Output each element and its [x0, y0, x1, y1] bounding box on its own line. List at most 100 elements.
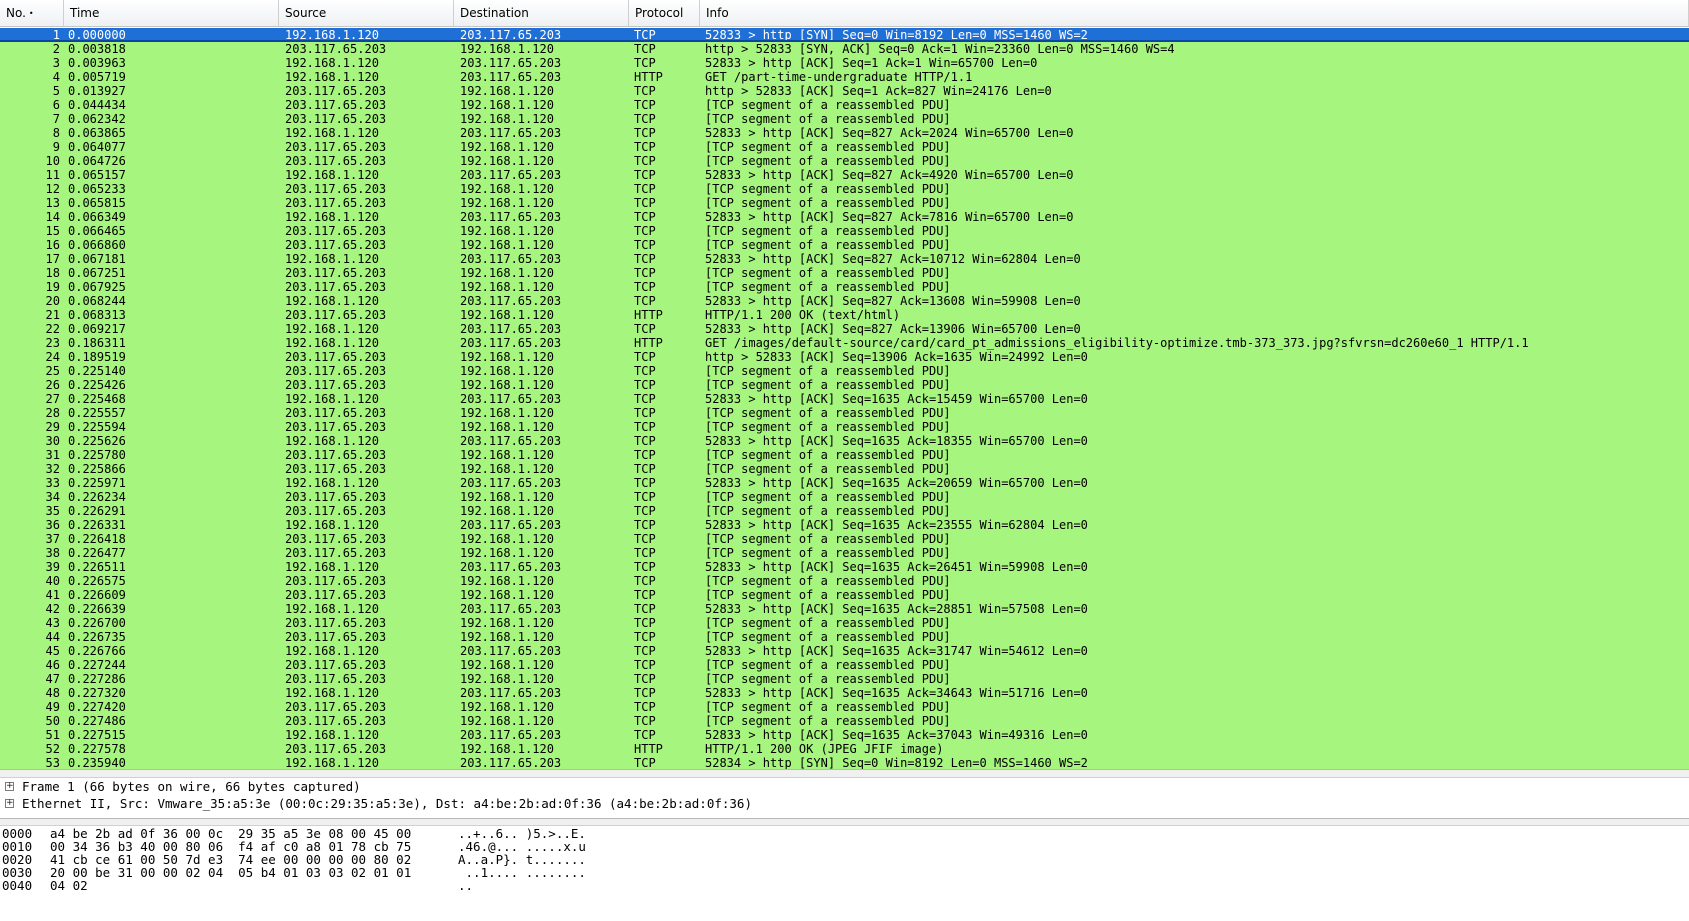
packet-row[interactable]: 10 0.064726 203.117.65.203 192.168.1.120 TCP…: [0, 154, 1689, 168]
column-header-time[interactable]: Time: [64, 0, 279, 26]
packet-details-pane[interactable]: + Frame 1 (66 bytes on wire, 66 bytes cap…: [0, 778, 1689, 818]
packet-row[interactable]: 16 0.066860 203.117.65.203 192.168.1.120 TCP…: [0, 238, 1689, 252]
packet-protocol: TCP: [634, 392, 656, 406]
packet-time: 0.005719: [68, 70, 126, 84]
packet-destination: 192.168.1.120: [460, 448, 554, 462]
packet-row[interactable]: 12 0.065233 203.117.65.203 192.168.1.120 TCP…: [0, 182, 1689, 196]
packet-source: 203.117.65.203: [285, 238, 387, 252]
packet-row[interactable]: 35 0.226291 203.117.65.203 192.168.1.120 TCP…: [0, 504, 1689, 518]
packet-protocol: TCP: [634, 462, 656, 476]
packet-row[interactable]: 14 0.066349 192.168.1.120 203.117.65.203 TCP…: [0, 210, 1689, 224]
packet-row[interactable]: 52 0.227578 203.117.65.203 192.168.1.120 HTT…: [0, 742, 1689, 756]
packet-source: 203.117.65.203: [285, 224, 387, 238]
packet-destination: 203.117.65.203: [460, 756, 562, 769]
packet-time: 0.013927: [68, 84, 126, 98]
packet-source: 192.168.1.120: [285, 210, 379, 224]
packet-row[interactable]: 20 0.068244 192.168.1.120 203.117.65.203 TCP…: [0, 294, 1689, 308]
packet-row[interactable]: 29 0.225594 203.117.65.203 192.168.1.120 TCP…: [0, 420, 1689, 434]
packet-row[interactable]: 28 0.225557 203.117.65.203 192.168.1.120 TCP…: [0, 406, 1689, 420]
packet-row[interactable]: 53 0.235940 192.168.1.120 203.117.65.203 TCP…: [0, 756, 1689, 769]
packet-row[interactable]: 6 0.044434 203.117.65.203 192.168.1.120 TCP […: [0, 98, 1689, 112]
packet-info: [TCP segment of a reassembled PDU]: [705, 490, 951, 504]
packet-row[interactable]: 36 0.226331 192.168.1.120 203.117.65.203 TCP…: [0, 518, 1689, 532]
packet-row[interactable]: 23 0.186311 192.168.1.120 203.117.65.203 HTT…: [0, 336, 1689, 350]
expand-plus-icon[interactable]: +: [5, 782, 14, 791]
packet-row[interactable]: 3 0.003963 192.168.1.120 203.117.65.203 TCP 5…: [0, 56, 1689, 70]
packet-row[interactable]: 25 0.225140 203.117.65.203 192.168.1.120 TCP…: [0, 364, 1689, 378]
packet-row[interactable]: 1 0.000000 192.168.1.120 203.117.65.203 TCP 5…: [0, 28, 1689, 42]
packet-row[interactable]: 5 0.013927 203.117.65.203 192.168.1.120 TCP h…: [0, 84, 1689, 98]
pane-splitter-top[interactable]: [0, 769, 1689, 778]
packet-row[interactable]: 51 0.227515 192.168.1.120 203.117.65.203 TCP…: [0, 728, 1689, 742]
packet-row[interactable]: 48 0.227320 192.168.1.120 203.117.65.203 TCP…: [0, 686, 1689, 700]
column-header-label: Time: [70, 6, 100, 20]
packet-row[interactable]: 18 0.067251 203.117.65.203 192.168.1.120 TCP…: [0, 266, 1689, 280]
packet-source: 203.117.65.203: [285, 658, 387, 672]
packet-info: 52833 > http [ACK] Seq=1635 Ack=34643 Wi…: [705, 686, 1088, 700]
packet-number: 24: [45, 350, 60, 364]
packet-row[interactable]: 19 0.067925 203.117.65.203 192.168.1.120 TCP…: [0, 280, 1689, 294]
column-header-source[interactable]: Source: [279, 0, 454, 26]
packet-row[interactable]: 43 0.226700 203.117.65.203 192.168.1.120 TCP…: [0, 616, 1689, 630]
packet-info: [TCP segment of a reassembled PDU]: [705, 616, 951, 630]
packet-list[interactable]: 1 0.000000 192.168.1.120 203.117.65.203 TCP 5…: [0, 28, 1689, 769]
packet-row[interactable]: 24 0.189519 203.117.65.203 192.168.1.120 TCP…: [0, 350, 1689, 364]
packet-row[interactable]: 37 0.226418 203.117.65.203 192.168.1.120 TCP…: [0, 532, 1689, 546]
packet-row[interactable]: 31 0.225780 203.117.65.203 192.168.1.120 TCP…: [0, 448, 1689, 462]
packet-row[interactable]: 21 0.068313 203.117.65.203 192.168.1.120 HTT…: [0, 308, 1689, 322]
packet-source: 203.117.65.203: [285, 266, 387, 280]
packet-source: 192.168.1.120: [285, 392, 379, 406]
packet-info: 52833 > http [ACK] Seq=1635 Ack=20659 Wi…: [705, 476, 1088, 490]
packet-row[interactable]: 40 0.226575 203.117.65.203 192.168.1.120 TCP…: [0, 574, 1689, 588]
pane-splitter-bottom[interactable]: [0, 818, 1689, 826]
expand-plus-icon[interactable]: +: [5, 799, 14, 808]
packet-info: 52833 > http [ACK] Seq=1635 Ack=15459 Wi…: [705, 392, 1088, 406]
column-header-protocol[interactable]: Protocol: [629, 0, 700, 26]
packet-source: 203.117.65.203: [285, 350, 387, 364]
column-header-no[interactable]: No. •: [0, 0, 64, 26]
packet-row[interactable]: 49 0.227420 203.117.65.203 192.168.1.120 TCP…: [0, 700, 1689, 714]
packet-row[interactable]: 7 0.062342 203.117.65.203 192.168.1.120 TCP […: [0, 112, 1689, 126]
packet-row[interactable]: 39 0.226511 192.168.1.120 203.117.65.203 TCP…: [0, 560, 1689, 574]
packet-row[interactable]: 13 0.065815 203.117.65.203 192.168.1.120 TCP…: [0, 196, 1689, 210]
packet-row[interactable]: 15 0.066465 203.117.65.203 192.168.1.120 TCP…: [0, 224, 1689, 238]
packet-row[interactable]: 38 0.226477 203.117.65.203 192.168.1.120 TCP…: [0, 546, 1689, 560]
packet-row[interactable]: 33 0.225971 192.168.1.120 203.117.65.203 TCP…: [0, 476, 1689, 490]
packet-row[interactable]: 8 0.063865 192.168.1.120 203.117.65.203 TCP 5…: [0, 126, 1689, 140]
packet-row[interactable]: 22 0.069217 192.168.1.120 203.117.65.203 TCP…: [0, 322, 1689, 336]
column-header-destination[interactable]: Destination: [454, 0, 629, 26]
packet-source: 192.168.1.120: [285, 168, 379, 182]
packet-number: 26: [45, 378, 60, 392]
packet-bytes-pane[interactable]: 0000 a4 be 2b ad 0f 36 00 0c 29 35 a5 3e …: [0, 826, 1689, 921]
packet-row[interactable]: 27 0.225468 192.168.1.120 203.117.65.203 TCP…: [0, 392, 1689, 406]
packet-number: 40: [45, 574, 60, 588]
packet-number: 45: [45, 644, 60, 658]
packet-row[interactable]: 41 0.226609 203.117.65.203 192.168.1.120 TCP…: [0, 588, 1689, 602]
packet-number: 16: [45, 238, 60, 252]
column-header-info[interactable]: Info: [700, 0, 1689, 26]
packet-row[interactable]: 2 0.003818 203.117.65.203 192.168.1.120 TCP h…: [0, 42, 1689, 56]
packet-row[interactable]: 50 0.227486 203.117.65.203 192.168.1.120 TCP…: [0, 714, 1689, 728]
packet-row[interactable]: 30 0.225626 192.168.1.120 203.117.65.203 TCP…: [0, 434, 1689, 448]
packet-row[interactable]: 4 0.005719 192.168.1.120 203.117.65.203 HTTP…: [0, 70, 1689, 84]
packet-row[interactable]: 46 0.227244 203.117.65.203 192.168.1.120 TCP…: [0, 658, 1689, 672]
detail-tree-item[interactable]: + Frame 1 (66 bytes on wire, 66 bytes cap…: [0, 778, 1689, 795]
packet-destination: 192.168.1.120: [460, 98, 554, 112]
packet-info: 52833 > http [ACK] Seq=1635 Ack=18355 Wi…: [705, 434, 1088, 448]
packet-row[interactable]: 17 0.067181 192.168.1.120 203.117.65.203 TCP…: [0, 252, 1689, 266]
packet-number: 25: [45, 364, 60, 378]
detail-tree-item[interactable]: + Ethernet II, Src: Vmware_35:a5:3e (00:0…: [0, 795, 1689, 812]
packet-row[interactable]: 26 0.225426 203.117.65.203 192.168.1.120 TCP…: [0, 378, 1689, 392]
packet-destination: 203.117.65.203: [460, 210, 562, 224]
packet-row[interactable]: 11 0.065157 192.168.1.120 203.117.65.203 TCP…: [0, 168, 1689, 182]
packet-source: 203.117.65.203: [285, 714, 387, 728]
packet-row[interactable]: 44 0.226735 203.117.65.203 192.168.1.120 TCP…: [0, 630, 1689, 644]
packet-source: 203.117.65.203: [285, 308, 387, 322]
packet-row[interactable]: 9 0.064077 203.117.65.203 192.168.1.120 TCP […: [0, 140, 1689, 154]
packet-row[interactable]: 47 0.227286 203.117.65.203 192.168.1.120 TCP…: [0, 672, 1689, 686]
packet-row[interactable]: 34 0.226234 203.117.65.203 192.168.1.120 TCP…: [0, 490, 1689, 504]
packet-row[interactable]: 32 0.225866 203.117.65.203 192.168.1.120 TCP…: [0, 462, 1689, 476]
packet-row[interactable]: 45 0.226766 192.168.1.120 203.117.65.203 TCP…: [0, 644, 1689, 658]
packet-row[interactable]: 42 0.226639 192.168.1.120 203.117.65.203 TCP…: [0, 602, 1689, 616]
packet-info: 52833 > http [ACK] Seq=827 Ack=13906 Win…: [705, 322, 1081, 336]
